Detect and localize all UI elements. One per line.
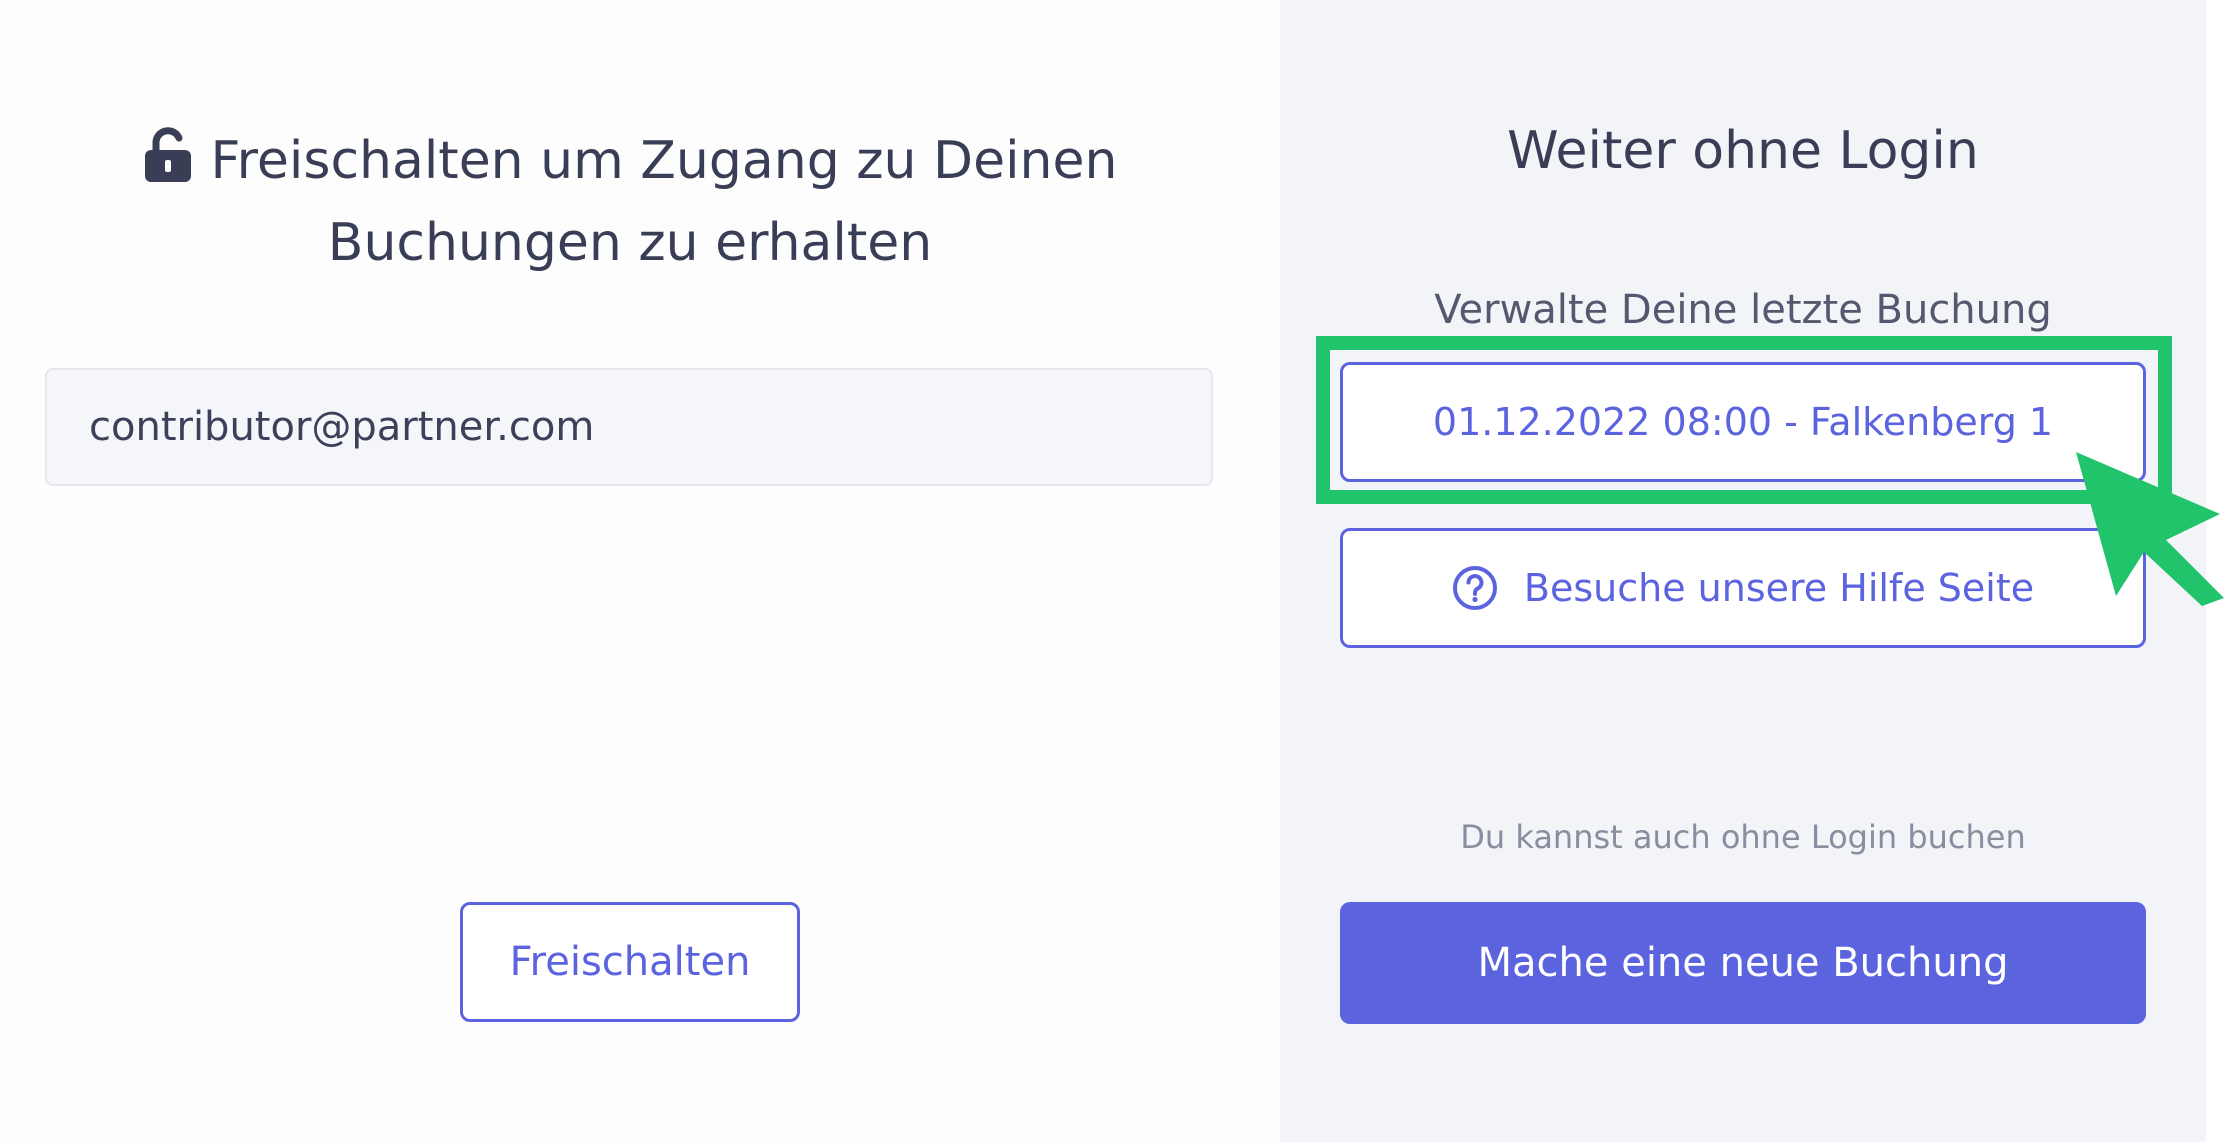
help-page-label: Besuche unsere Hilfe Seite xyxy=(1523,566,2035,610)
guest-booking-hint: Du kannst auch ohne Login buchen xyxy=(1460,818,2026,856)
email-field[interactable] xyxy=(45,368,1213,486)
unlock-button[interactable]: Freischalten xyxy=(460,902,800,1022)
question-circle-icon xyxy=(1452,566,1497,610)
last-booking-button[interactable]: 01.12.2022 08:00 - Falkenberg 1 xyxy=(1340,362,2146,482)
unlock-title-line2: Buchungen zu erhalten xyxy=(327,213,933,273)
unlock-title: Freischalten um Zugang zu Deinen Buchung… xyxy=(80,120,1180,284)
new-booking-button[interactable]: Mache eine neue Buchung xyxy=(1340,902,2146,1024)
unlocked-padlock-icon xyxy=(144,127,191,182)
manage-booking-label: Verwalte Deine letzte Buchung xyxy=(1434,287,2052,333)
guest-title: Weiter ohne Login xyxy=(1507,121,1979,181)
unlock-title-line1: Freischalten um Zugang zu Deinen xyxy=(210,131,1118,191)
arrow-pointer-icon xyxy=(2076,452,2224,606)
help-page-button[interactable]: Besuche unsere Hilfe Seite xyxy=(1340,528,2146,648)
